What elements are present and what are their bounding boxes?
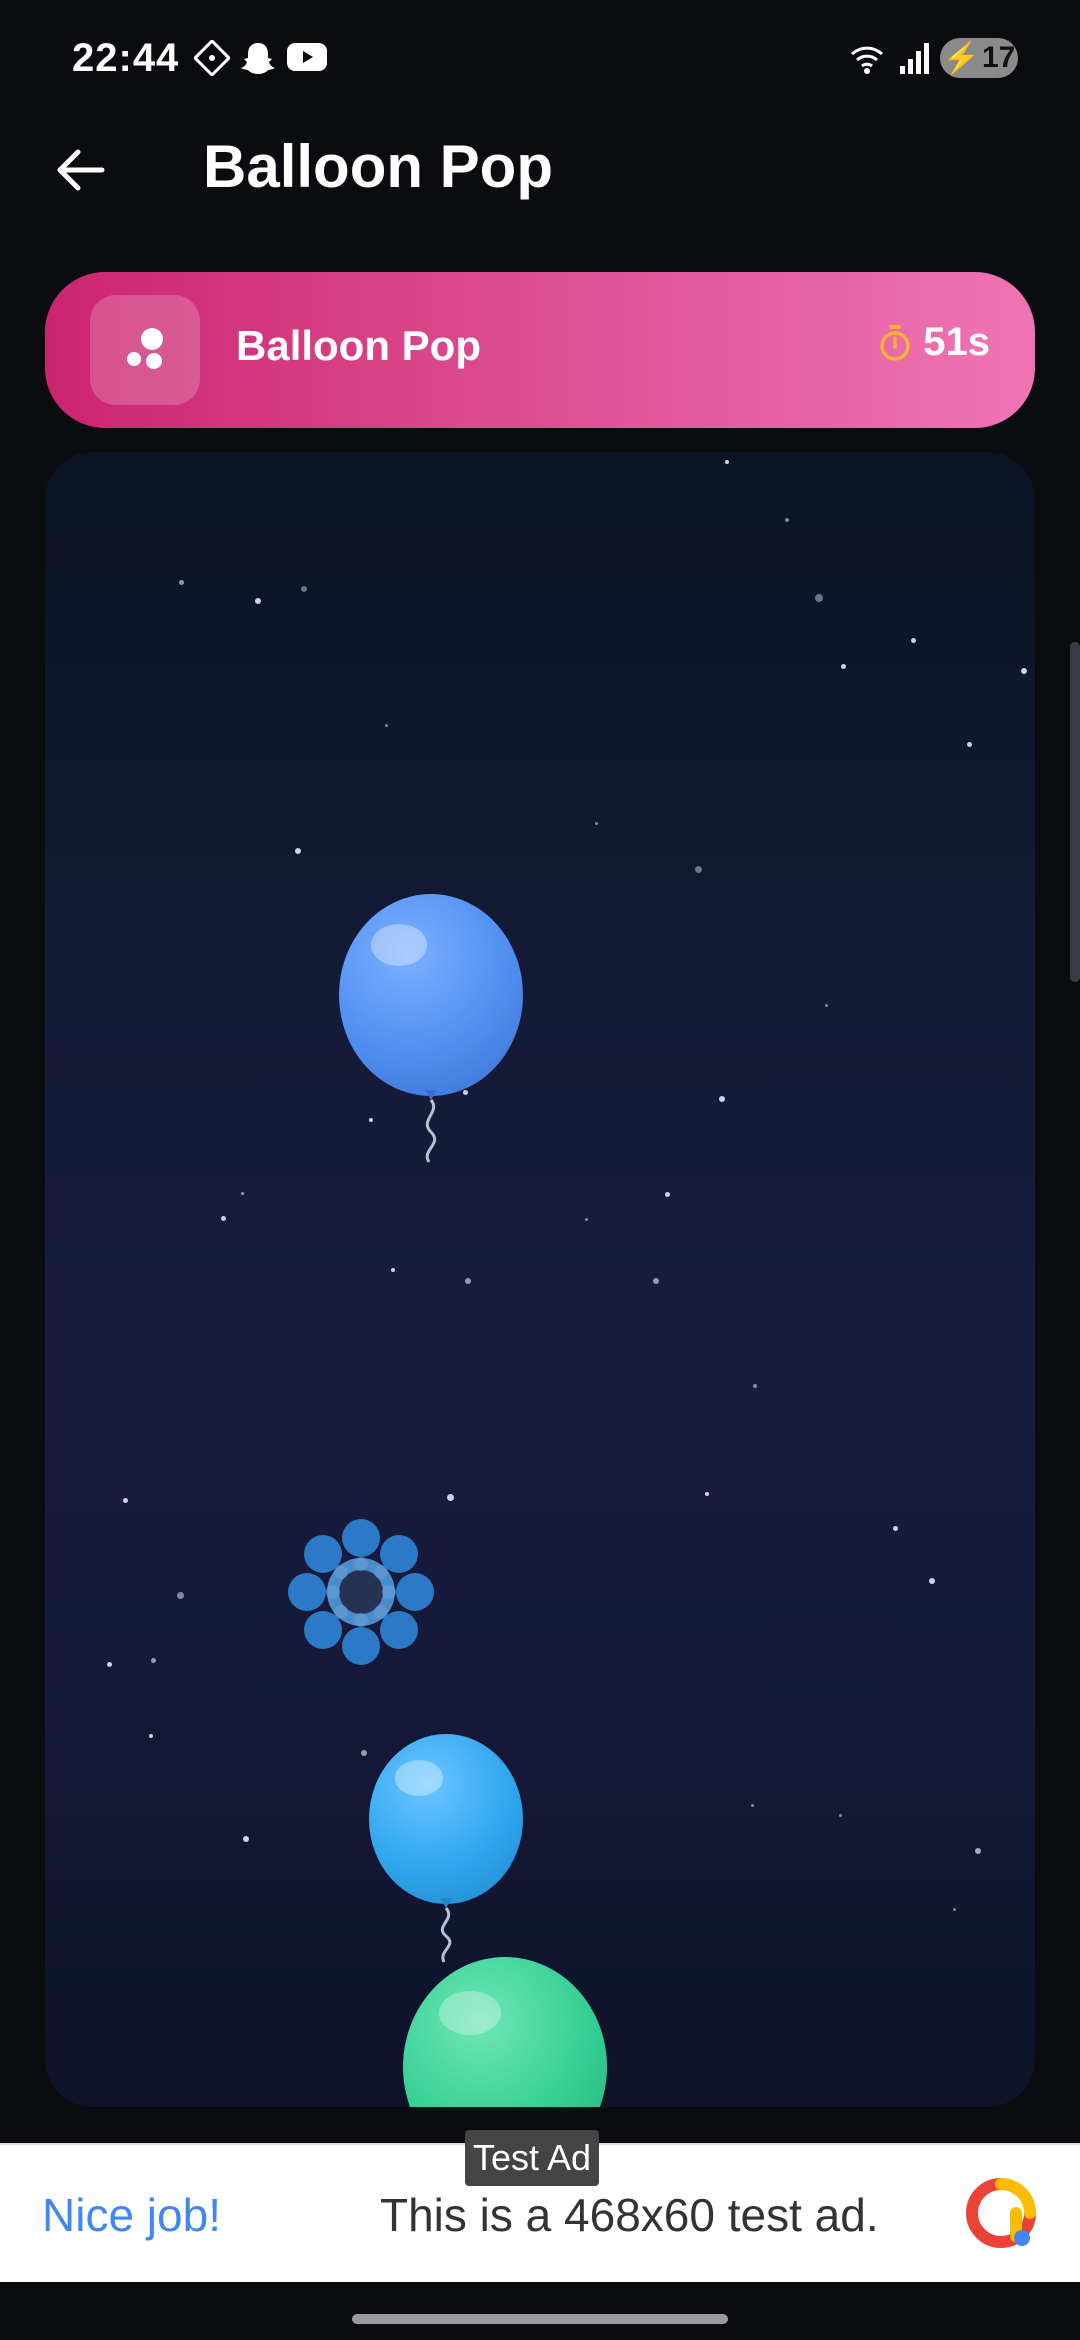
game-area[interactable] [45,452,1035,2107]
star [1021,668,1027,674]
charging-icon: ⚡ [942,41,980,75]
star [719,1096,725,1102]
star [653,1278,659,1284]
star [893,1526,898,1531]
star [179,580,184,585]
balloon-green[interactable] [403,1957,607,2107]
star [177,1592,184,1599]
star [585,1218,588,1221]
star [911,638,916,643]
star [929,1578,935,1584]
star [447,1494,454,1501]
star [255,598,261,604]
balloon-blue[interactable] [339,894,523,1174]
star [465,1278,471,1284]
timer: 51s [877,320,990,365]
star [751,1804,754,1807]
snapchat-icon [241,43,275,74]
balloon-highlight [395,1760,443,1796]
wifi-icon [850,46,884,74]
star [665,1192,670,1197]
star [361,1750,367,1756]
star [753,1384,757,1388]
game-header-card: Balloon Pop 51s [45,272,1035,428]
star [705,1492,709,1496]
star [785,518,789,522]
balloon-highlight [439,1991,501,2035]
app-notification-icon [194,40,230,76]
balloon-body [369,1734,523,1904]
star [123,1498,128,1503]
star [243,1836,249,1842]
balloon-body [403,1957,607,2107]
gesture-nav-handle[interactable] [352,2314,728,2324]
star [725,460,729,464]
stopwatch-icon [880,324,910,361]
star [151,1658,156,1663]
bubbles-icon [127,328,163,369]
scroll-indicator [1070,642,1080,982]
star [149,1734,153,1738]
back-arrow-icon[interactable] [48,138,112,202]
star [107,1662,112,1667]
game-icon-box [90,295,200,405]
timer-value: 51s [923,320,990,364]
star [695,866,702,873]
signal-icon [900,43,929,74]
star [221,1216,226,1221]
star [241,1192,244,1195]
balloon-light-blue[interactable] [369,1734,523,1974]
star [841,664,846,669]
balloon-highlight [371,924,427,966]
star [839,1814,842,1817]
star [953,1908,956,1911]
balloon-body [339,894,523,1096]
star [301,586,307,592]
status-time: 22:44 [72,36,180,80]
star [825,1004,828,1007]
star [385,724,388,727]
status-bar: 22:44 ⚡ 17 [0,0,1080,120]
youtube-icon [287,43,327,71]
star [815,594,823,602]
ad-text: This is a 468x60 test ad. [380,2189,879,2241]
battery-indicator: ⚡ 17 [940,38,1018,78]
star [391,1268,395,1272]
ad-logo-icon[interactable] [964,2176,1038,2250]
ad-cta-link[interactable]: Nice job! [42,2188,221,2242]
game-title: Balloon Pop [236,322,481,369]
battery-level: 17 [981,41,1016,74]
star [595,822,598,825]
star [975,1848,981,1854]
balloon-string [425,1090,437,1163]
star [967,742,972,747]
star [295,848,301,854]
ad-label: Test Ad [465,2130,600,2186]
page-title: Balloon Pop [203,133,553,200]
pop-burst-effect [288,1519,434,1665]
